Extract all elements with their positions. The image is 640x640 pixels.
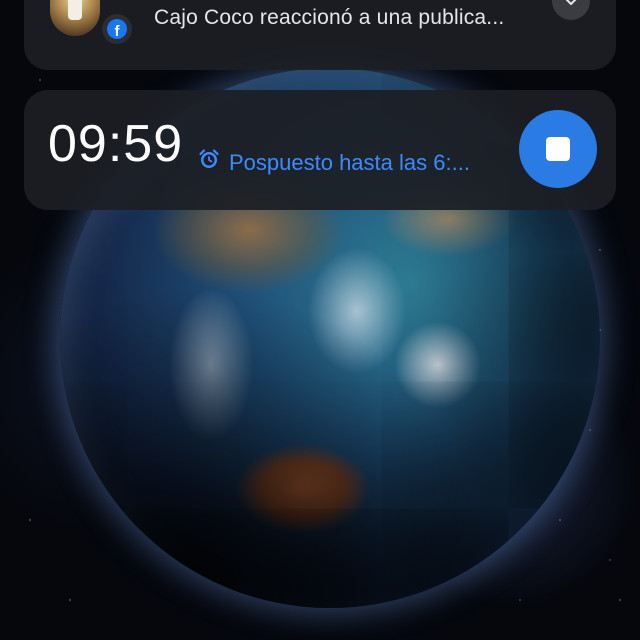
facebook-notification[interactable]: f Cajo Coco reaccionó a una publica... [24, 0, 616, 70]
notification-message: Cajo Coco reaccionó a una publica... [154, 6, 505, 29]
alarm-clock-icon [199, 149, 219, 168]
alarm-snooze-status: Pospuesto hasta las 6:... [229, 150, 470, 175]
alarm-time: 09:59 [48, 115, 184, 173]
chevron-down-icon [565, 0, 577, 5]
facebook-icon: f [107, 19, 127, 39]
avatar [50, 0, 100, 36]
alarm-notification[interactable]: 09:59 Pospuesto hasta las 6:... [24, 90, 616, 210]
facebook-badge: f [102, 14, 132, 44]
lock-screen: f Cajo Coco reaccionó a una publica... 0… [0, 0, 640, 640]
stop-alarm-button[interactable] [519, 110, 597, 188]
expand-button[interactable] [552, 0, 590, 20]
stop-icon [546, 137, 570, 161]
